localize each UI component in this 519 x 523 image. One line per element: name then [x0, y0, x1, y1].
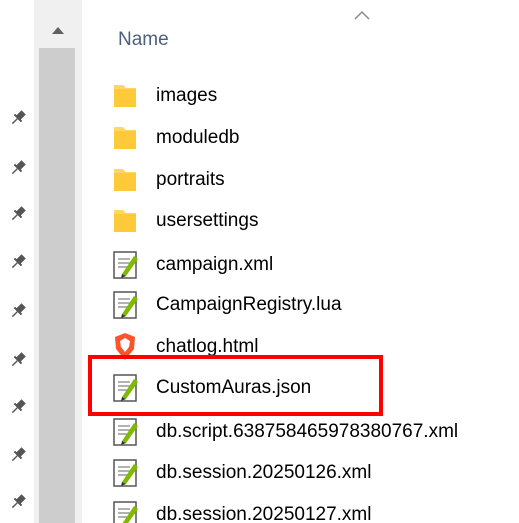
list-item[interactable]: usersettings [108, 203, 258, 239]
file-name: campaign.xml [156, 254, 274, 275]
pin-icon[interactable] [8, 108, 28, 128]
list-item[interactable]: portraits [108, 162, 225, 198]
scroll-up-arrow-icon[interactable] [34, 18, 82, 42]
text-file-icon [108, 288, 142, 322]
sort-ascending-icon [352, 8, 372, 20]
list-item[interactable]: CampaignRegistry.lua [108, 287, 342, 323]
pin-icon[interactable] [8, 492, 28, 512]
pin-icon[interactable] [8, 445, 28, 465]
file-name: db.session.20250127.xml [156, 504, 372, 523]
text-file-icon [108, 248, 142, 282]
file-name: moduledb [156, 127, 240, 148]
highlight-box [88, 355, 383, 416]
quick-access-pin-column [0, 0, 34, 523]
text-file-icon [108, 498, 142, 523]
column-header-name[interactable]: Name [118, 29, 169, 51]
pin-icon[interactable] [8, 158, 28, 178]
list-item[interactable]: db.script.638758465978380767.xml [108, 414, 458, 450]
file-name: CampaignRegistry.lua [156, 294, 342, 315]
pin-icon[interactable] [8, 397, 28, 417]
file-name: db.session.20250126.xml [156, 462, 372, 483]
list-item[interactable]: db.session.20250126.xml [108, 455, 371, 491]
list-item[interactable]: campaign.xml [108, 247, 273, 283]
list-item[interactable]: db.session.20250127.xml [108, 497, 371, 523]
list-item[interactable]: images [108, 78, 217, 114]
file-name: usersettings [156, 210, 259, 231]
file-name: portraits [156, 169, 225, 190]
file-name: images [156, 85, 218, 106]
folder-icon [108, 163, 142, 197]
pin-icon[interactable] [8, 350, 28, 370]
pin-icon[interactable] [8, 252, 28, 272]
folder-icon [108, 121, 142, 155]
scrollbar-thumb[interactable] [39, 48, 75, 523]
pin-icon[interactable] [8, 301, 28, 321]
list-item[interactable]: moduledb [108, 120, 239, 156]
text-file-icon [108, 456, 142, 490]
vertical-scrollbar[interactable] [34, 0, 82, 523]
text-file-icon [108, 415, 142, 449]
folder-icon [108, 204, 142, 238]
file-name: db.script.638758465978380767.xml [156, 421, 459, 442]
pin-icon[interactable] [8, 204, 28, 224]
folder-icon [108, 79, 142, 113]
